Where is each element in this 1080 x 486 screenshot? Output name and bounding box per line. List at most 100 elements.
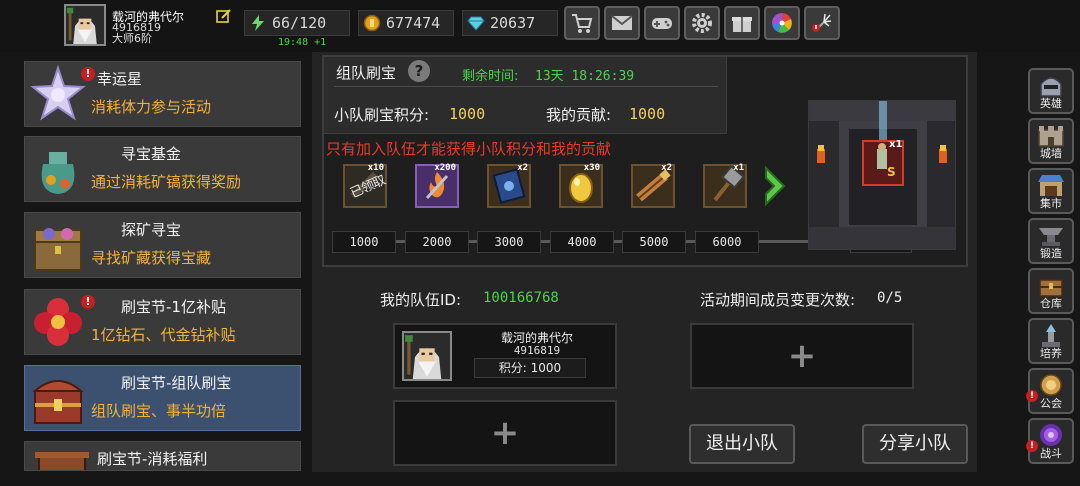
energy-value: 66/120 xyxy=(272,14,327,32)
team-id-value: 100166768 xyxy=(483,290,559,306)
reward-tile-2[interactable]: x200 xyxy=(415,163,459,208)
member-score: 积分: 1000 xyxy=(474,358,586,378)
member-change-label: 活动期间成员变更次数: xyxy=(700,291,856,309)
diamond-icon xyxy=(467,16,485,31)
shop-button[interactable] xyxy=(564,6,600,40)
sidebar-label: 公会 xyxy=(1040,397,1062,410)
remaining-time-label: 剩余时间: xyxy=(462,69,519,84)
reward-tile-6[interactable]: x1 xyxy=(703,163,747,208)
red-flower-icon xyxy=(34,298,82,346)
gamepad-icon xyxy=(652,18,672,29)
sidebar-label: 仓库 xyxy=(1040,297,1062,310)
milestone-6000: 6000 xyxy=(695,231,759,253)
mail-button[interactable] xyxy=(604,6,640,40)
empty-member-slot-2[interactable]: + xyxy=(690,323,914,389)
final-reward-scene[interactable]: x1 S xyxy=(808,100,956,250)
energy-counter[interactable]: 66/120 xyxy=(244,10,350,36)
sidebar-item-wall[interactable]: 城墙 xyxy=(1028,118,1074,164)
help-button[interactable]: ? xyxy=(408,60,430,82)
lucky-wheel-button[interactable] xyxy=(764,6,800,40)
shop-cart-icon xyxy=(572,14,593,33)
event-item-consume-welfare[interactable]: 刷宝节-消耗福利 xyxy=(24,441,301,471)
sidebar-label: 集市 xyxy=(1040,197,1062,210)
mail-icon xyxy=(611,15,633,30)
sidebar-item-guild[interactable]: ! 公会 xyxy=(1026,368,1074,414)
event-title: 探矿寻宝 xyxy=(121,221,182,239)
scroll-icon xyxy=(35,452,89,470)
reward-qty: x1 xyxy=(733,163,744,173)
reward-tile-4[interactable]: x30 xyxy=(559,163,603,208)
sidebar-label: 培养 xyxy=(1040,347,1062,360)
gold-counter[interactable]: 677474 xyxy=(358,10,454,36)
my-contrib-value: 1000 xyxy=(629,105,666,123)
sidebar-label: 英雄 xyxy=(1040,97,1062,110)
event-subtitle: 1亿钻石、代金钻补贴 xyxy=(91,326,236,344)
alert-badge: ! xyxy=(81,67,95,81)
reward-tile-1[interactable]: x10 已领取 xyxy=(343,163,387,208)
empty-member-slot-3[interactable]: + xyxy=(393,400,617,466)
sidebar-label: 战斗 xyxy=(1040,447,1062,460)
lucky-star-icon xyxy=(30,65,86,121)
firework-button[interactable] xyxy=(804,6,840,40)
event-subtitle: 消耗体力参与活动 xyxy=(91,98,212,116)
team-chest-icon xyxy=(32,380,84,424)
next-arrow-icon[interactable] xyxy=(764,166,788,206)
mining-chest-icon xyxy=(34,228,82,271)
milestone-4000: 4000 xyxy=(550,231,614,253)
team-score-label: 小队刷宝积分: xyxy=(334,106,430,124)
event-subtitle: 寻找矿藏获得宝藏 xyxy=(91,249,212,267)
reward-tile-5[interactable]: x2 xyxy=(631,163,675,208)
sidebar-item-battle[interactable]: ! 战斗 xyxy=(1026,418,1074,464)
sidebar-item-forge[interactable]: 锻造 xyxy=(1028,218,1074,264)
leave-team-button[interactable]: 退出小队 xyxy=(689,424,795,464)
event-title: 刷宝节-消耗福利 xyxy=(97,450,208,468)
event-title: 刷宝节-1亿补贴 xyxy=(121,298,226,316)
settings-button[interactable] xyxy=(684,6,720,40)
sidebar-label: 城墙 xyxy=(1040,147,1062,160)
event-title: 寻宝基金 xyxy=(121,145,182,163)
member-score-text: 积分: 1000 xyxy=(498,361,562,375)
final-reward-grade: S xyxy=(887,165,896,179)
reward-qty: x2 xyxy=(661,163,672,173)
player-rank: 大师6阶 xyxy=(112,32,152,45)
join-team-warning: 只有加入队伍才能获得小队积分和我的贡献 xyxy=(326,140,612,158)
event-title: 幸运星 xyxy=(97,70,143,88)
sidebar-item-training[interactable]: 培养 xyxy=(1028,318,1074,364)
event-item-treasure-fund[interactable]: 寻宝基金 通过消耗矿镐获得奖励 xyxy=(24,136,301,202)
milestone-1000: 1000 xyxy=(332,231,396,253)
event-subtitle: 通过消耗矿镐获得奖励 xyxy=(91,173,242,191)
edit-name-icon[interactable] xyxy=(216,8,232,24)
milestone-5000: 5000 xyxy=(622,231,686,253)
member-change-value: 0/5 xyxy=(877,290,903,306)
color-wheel-icon xyxy=(772,13,792,33)
reward-qty: x30 xyxy=(583,163,600,173)
gift-icon xyxy=(732,17,752,32)
panel-title: 组队刷宝 xyxy=(336,64,397,82)
gem-counter[interactable]: 20637 xyxy=(462,10,558,36)
event-title: 刷宝节-组队刷宝 xyxy=(121,374,232,392)
sidebar-item-hero[interactable]: 英雄 xyxy=(1028,68,1074,114)
member-avatar[interactable] xyxy=(402,331,452,381)
sidebar-item-market[interactable]: 集市 xyxy=(1028,168,1074,214)
reward-tile-3[interactable]: x2 xyxy=(487,163,531,208)
divider xyxy=(334,86,718,87)
player-avatar[interactable] xyxy=(64,4,106,46)
gamepad-button[interactable] xyxy=(644,6,680,40)
event-item-mining[interactable]: 探矿寻宝 寻找矿藏获得宝藏 xyxy=(24,212,301,278)
team-score-value: 1000 xyxy=(449,105,486,123)
gift-button[interactable] xyxy=(724,6,760,40)
milestone-3000: 3000 xyxy=(477,231,541,253)
final-reward-qty: x1 xyxy=(889,139,903,150)
reward-qty: x2 xyxy=(517,163,528,173)
lightning-icon xyxy=(252,15,264,31)
dungeon-gate-icon xyxy=(809,101,955,249)
event-item-subsidy[interactable]: ! 刷宝节-1亿补贴 1亿钻石、代金钻补贴 xyxy=(24,289,301,355)
treasure-bag-icon xyxy=(41,152,75,194)
event-item-lucky-star[interactable]: ! 幸运星 消耗体力参与活动 xyxy=(24,61,301,127)
gold-value: 677474 xyxy=(386,14,441,32)
alert-badge: ! xyxy=(81,295,95,309)
share-team-button[interactable]: 分享小队 xyxy=(862,424,968,464)
sidebar-item-warehouse[interactable]: 仓库 xyxy=(1028,268,1074,314)
event-item-team-farming[interactable]: 刷宝节-组队刷宝 组队刷宝、事半功倍 xyxy=(24,365,301,431)
team-id-label: 我的队伍ID: xyxy=(380,291,462,309)
